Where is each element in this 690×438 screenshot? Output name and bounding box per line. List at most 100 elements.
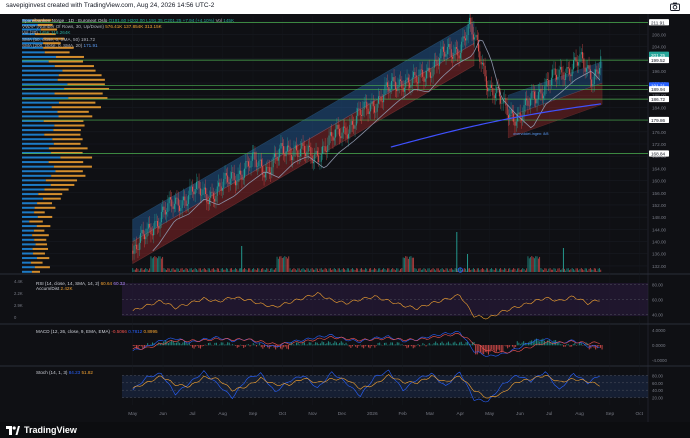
volume-bar [440,269,442,272]
y-tick-label: 208.00 [652,32,666,37]
candle-body [176,197,178,199]
rsi-legend-v1: 60.64 [100,281,113,286]
profile-bar-down [38,193,63,196]
candle-body [326,151,327,153]
volume-bar [522,268,524,272]
volume-bar [258,268,260,272]
tradingview-logo[interactable]: TradingView [6,425,77,435]
volume-bar [164,269,166,272]
stoch-tick-label: 80.00 [652,373,664,378]
candle-body [235,180,236,186]
sma50-line [152,39,601,252]
candle-body [306,151,308,157]
candle-body [562,72,564,80]
volume-bar [589,268,591,272]
volume-bar [214,269,216,272]
candle-body [190,186,192,188]
candle-body [537,91,539,100]
volume-bar [474,268,476,272]
candle-body [307,145,309,152]
candle-body [302,143,304,146]
candle-body [172,206,174,209]
macd-hist-bar [238,345,240,348]
volume-bar [465,268,466,272]
volume-bar [133,269,135,272]
volume-bar [194,268,196,272]
macd-hist-bar [150,344,152,346]
candle-body [378,96,379,104]
candle-body [323,146,325,147]
volume-bar [548,268,550,272]
candle-body [405,80,407,88]
volume-bar [238,268,240,272]
candle-body [375,111,377,113]
volume-bar [545,268,547,272]
candle-body [151,234,153,236]
candle-body [132,250,134,254]
macd-hist-bar [167,343,169,346]
volume-bar [255,270,257,272]
candle-body [249,166,251,168]
macd-hist-bar [569,345,571,347]
macd-hist-bar [319,343,321,346]
volume-bar [305,270,307,272]
candle-body [199,188,201,196]
macd-hist-bar [163,341,165,346]
y-tick-label: 204.00 [652,44,666,49]
profile-bar-up [22,257,37,260]
volume-bar [591,269,593,272]
volume-bar [556,270,557,272]
volume-bar [358,270,360,272]
profile-bar-up [22,238,35,241]
volume-bar [372,269,374,272]
macd-hist-bar [371,345,373,347]
candle-body [532,91,534,92]
macd-hist-bar [225,344,227,346]
volume-bar [586,268,587,272]
profile-bar-up [22,129,54,132]
volume-bar [528,258,530,272]
x-tick-label: Oct [279,411,287,417]
candle-body [194,189,196,195]
macd-hist-bar [601,345,603,350]
volume-bar [394,270,396,272]
chart-canvas[interactable]: 132.00 136.00 140.00 144.00 148.00 152.00 156.… [0,9,690,422]
candle-body [366,101,368,109]
stoch-tick-label: 40.00 [652,388,664,393]
camera-icon[interactable] [670,2,680,11]
volume-bar [190,268,192,272]
candle-body [567,67,569,69]
macd-hist-bar [227,342,229,346]
candle-body [359,109,361,115]
candle-body [531,91,533,99]
candle-body [146,228,148,237]
volume-bar [337,268,339,272]
volume-bar [160,258,162,272]
volume-bar [359,268,361,272]
candle-body [332,136,334,141]
profile-bar-down [48,147,88,150]
candle-body [203,187,205,190]
candle-body [244,168,246,178]
profile-bar-down [30,261,43,264]
macd-hist-bar [465,342,467,346]
candle-body [535,98,537,104]
candle-body [300,148,301,157]
macd-hist-bar [351,345,353,347]
macd-hist-bar [137,345,139,349]
candle-body [550,77,552,86]
volume-bar [472,268,474,272]
legend-sma200-value: 171.91 [83,42,98,48]
candle-body [141,229,143,234]
candle-body [470,17,472,25]
candle-body [250,160,252,168]
candle-body [534,91,535,99]
y-tick-label: 136.00 [652,252,666,257]
volume-bar [439,270,440,272]
candle-body [599,68,600,74]
macd-hist-bar [478,345,480,353]
macd-hist-bar [519,344,521,346]
volume-bar [445,268,447,272]
volume-bar [595,268,596,272]
volume-bar [552,269,554,272]
